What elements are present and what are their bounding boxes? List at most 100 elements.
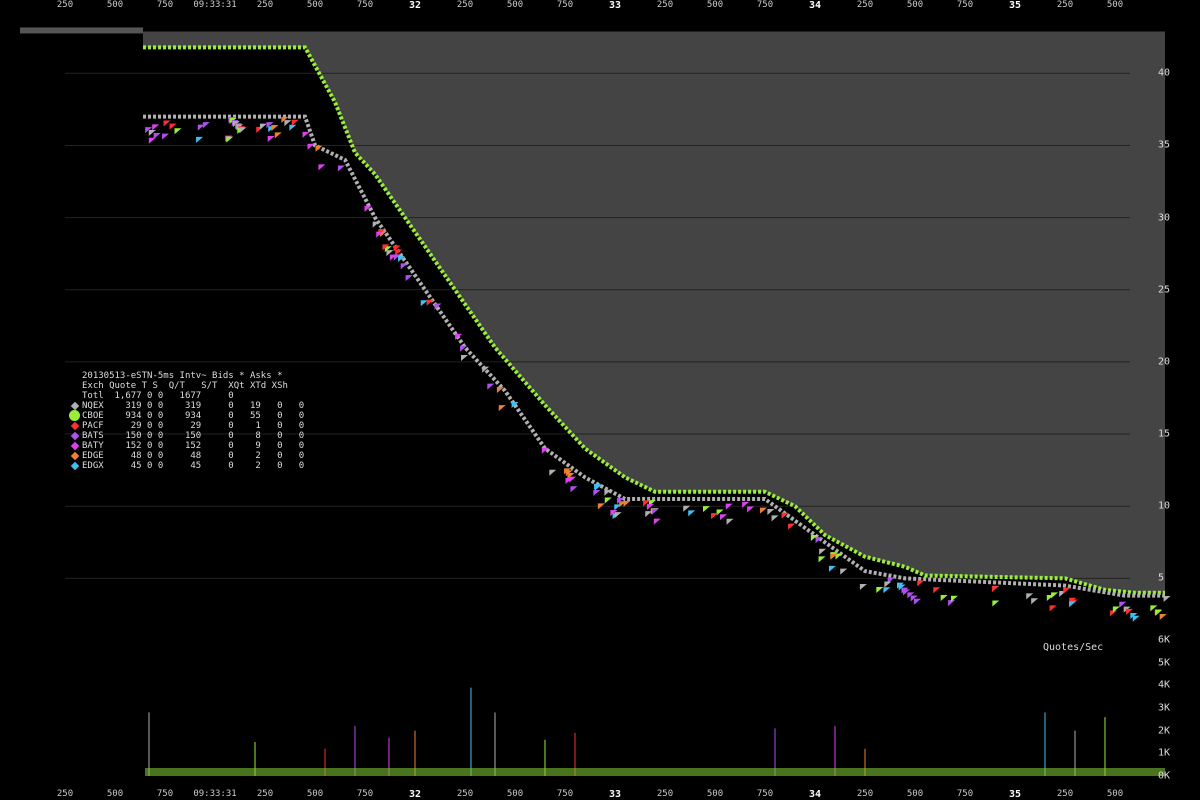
legend-row-totl: Totl 1,677 0 0 1677 0 [82, 391, 305, 401]
time-tick-label: 250 [1056, 0, 1074, 10]
time-tick-label: 750 [956, 789, 974, 799]
volume-tick-label: 1K [1158, 747, 1171, 759]
quote-marker [148, 137, 156, 144]
time-tick-label: 500 [306, 0, 324, 10]
volume-tick-label: 6K [1158, 634, 1171, 646]
quote-marker [239, 127, 247, 134]
quote-marker [405, 275, 413, 282]
quote-marker [1063, 587, 1071, 594]
time-tick-label: 250 [56, 0, 74, 10]
legend-marker [70, 461, 80, 471]
quote-marker [913, 598, 921, 605]
quote-marker [828, 565, 836, 572]
volume-tick-label: 3K [1158, 702, 1171, 714]
volume-tick-label: 4K [1158, 679, 1171, 691]
time-tick-label: 250 [656, 0, 674, 10]
time-tick-label: 500 [506, 0, 524, 10]
time-tick-label: 250 [856, 0, 874, 10]
quote-marker [767, 509, 775, 516]
quote-marker [818, 556, 826, 563]
time-tick-label: 500 [706, 0, 724, 10]
legend-row-pacf: PACF 29 0 0 29 0 1 0 0 [70, 421, 304, 431]
legend-title: 20130513-eSTN-5ms Intv~ Bids * Asks * [82, 371, 283, 381]
quote-marker [747, 506, 755, 513]
quote-marker [163, 120, 171, 127]
legend-header: Exch Quote T S Q/T S/T XQt XTd XSh [82, 381, 288, 391]
quote-marker [455, 333, 463, 340]
price-tick-label: 15 [1158, 428, 1171, 440]
quote-marker [788, 523, 796, 530]
time-tick-label: 750 [756, 0, 774, 10]
time-tick-label: 750 [556, 789, 574, 799]
legend-row-edge: EDGE 48 0 0 48 0 2 0 0 [70, 451, 304, 461]
time-tick-label: 500 [506, 789, 524, 799]
legend-marker [70, 431, 80, 441]
time-tick-label: 750 [156, 0, 174, 10]
time-tick-label: 750 [156, 789, 174, 799]
quote-marker [720, 514, 728, 521]
quote-marker [760, 507, 768, 514]
legend-row-baty: BATY 152 0 0 152 0 9 0 0 [70, 441, 304, 451]
time-tick-label: 35 [1008, 789, 1022, 800]
quote-marker [337, 165, 345, 172]
time-tick-label: 35 [1008, 0, 1022, 11]
quote-marker [152, 124, 160, 131]
quote-marker [162, 133, 170, 140]
time-tick-label: 500 [706, 789, 724, 799]
time-tick-label: 250 [656, 789, 674, 799]
quote-marker [688, 510, 696, 517]
quote-marker [819, 548, 827, 555]
time-tick-label: 500 [1106, 0, 1124, 10]
quote-marker [302, 131, 310, 138]
time-tick-label: 33 [608, 0, 622, 11]
volume-axis-label: Quotes/Sec [1043, 642, 1104, 653]
time-tick-label: 500 [1106, 789, 1124, 799]
price-tick-label: 5 [1158, 572, 1165, 584]
quote-marker [771, 515, 779, 522]
price-tick-label: 20 [1158, 356, 1171, 368]
legend-row-edgx: EDGX 45 0 0 45 0 2 0 0 [70, 461, 304, 471]
time-tick-label: 250 [256, 0, 274, 10]
quote-marker [702, 506, 710, 513]
quote-marker [604, 497, 612, 504]
quote-marker [202, 122, 210, 129]
quote-marker [289, 124, 297, 131]
quote-marker [651, 508, 659, 515]
legend-row-nqex: NQEX 319 0 0 319 0 19 0 0 [70, 401, 304, 411]
legend-marker [70, 401, 80, 411]
time-tick-label: 750 [356, 0, 374, 10]
legend-marker [70, 441, 80, 451]
quote-marker [1069, 601, 1077, 608]
quote-marker [318, 164, 326, 171]
time-tick-label: 32 [408, 789, 422, 800]
time-tick-label: 750 [956, 0, 974, 10]
time-tick-label: 750 [356, 789, 374, 799]
quote-marker [1049, 605, 1057, 612]
time-tick-label: 32 [408, 0, 422, 11]
time-tick-label: 750 [556, 0, 574, 10]
quote-marker [460, 355, 468, 362]
quote-marker [950, 595, 958, 602]
quote-marker [570, 486, 578, 493]
quote-marker [498, 405, 506, 412]
price-tick-label: 30 [1158, 212, 1171, 224]
exchange-legend: 20130513-eSTN-5ms Intv~ Bids * Asks * Ex… [69, 371, 305, 471]
time-tick-label: 250 [456, 0, 474, 10]
quote-marker [876, 587, 884, 594]
quote-marker [487, 383, 495, 390]
legend-row-bats: BATS 150 0 0 150 0 8 0 0 [70, 431, 304, 441]
time-tick-label: 250 [256, 789, 274, 799]
price-tick-label: 35 [1158, 139, 1171, 151]
quote-marker [1132, 615, 1140, 622]
time-tick-label: 500 [906, 0, 924, 10]
quote-marker [549, 469, 557, 476]
quote-marker [256, 126, 264, 133]
time-tick-label: 250 [1056, 789, 1074, 799]
quote-marker [614, 512, 622, 519]
quote-marker [1163, 595, 1171, 602]
quote-marker [859, 584, 867, 591]
time-tick-label: 750 [756, 789, 774, 799]
quote-marker [271, 125, 279, 132]
time-tick-label: 500 [106, 789, 124, 799]
opening-bar [20, 27, 143, 34]
